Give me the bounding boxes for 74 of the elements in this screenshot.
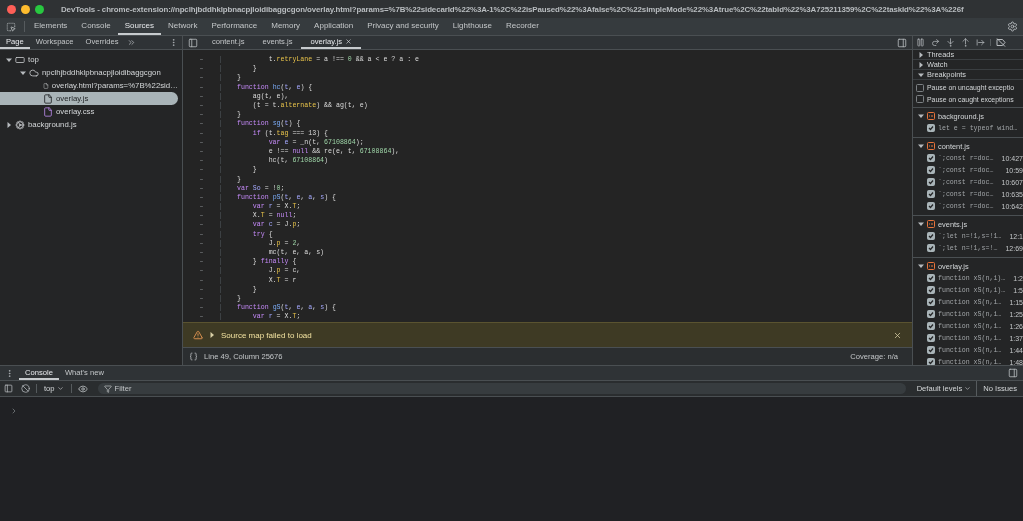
collapse-arrow-icon[interactable] [918, 221, 924, 227]
close-icon[interactable] [893, 330, 902, 340]
checkbox[interactable] [927, 178, 935, 186]
step-out-icon[interactable] [961, 38, 970, 47]
settings-icon[interactable] [1007, 21, 1018, 32]
checkbox[interactable] [916, 83, 924, 92]
checkbox[interactable] [927, 232, 935, 240]
panel-tab[interactable]: Memory [264, 18, 308, 35]
checkbox[interactable] [927, 310, 935, 318]
caret-icon [56, 385, 64, 392]
collapse-arrow-icon[interactable] [918, 71, 924, 78]
panel-tab[interactable]: Elements [27, 18, 75, 35]
warning-icon [193, 330, 203, 340]
sidebar-toggle-icon[interactable] [897, 37, 907, 48]
panel-tab[interactable]: Performance [204, 18, 265, 35]
caret-icon [964, 385, 972, 392]
collapse-arrow-icon[interactable] [918, 143, 924, 149]
inspect-icon[interactable] [6, 21, 16, 32]
panel-tab[interactable]: Application [307, 18, 361, 35]
filter-icon [103, 384, 112, 393]
collapse-arrow-icon[interactable] [918, 113, 924, 119]
pretty-print-icon[interactable] [189, 352, 198, 361]
collapse-arrow-icon[interactable] [918, 263, 924, 269]
checkbox[interactable] [927, 202, 935, 210]
file-icon [43, 93, 53, 104]
checkbox[interactable] [916, 95, 924, 104]
file-icon [927, 220, 935, 228]
checkbox[interactable] [927, 286, 935, 294]
more-tabs-icon[interactable] [126, 38, 136, 47]
panel-tab[interactable]: Network [161, 18, 205, 35]
menu-icon[interactable] [169, 38, 178, 47]
dock-icon[interactable] [1008, 368, 1018, 378]
step-over-icon[interactable] [931, 38, 940, 47]
checkbox[interactable] [927, 154, 935, 162]
step-into-icon[interactable] [946, 38, 955, 47]
sidebar-toggle-icon[interactable] [4, 384, 13, 393]
panel-tab[interactable]: Console [74, 18, 118, 35]
checkbox[interactable] [927, 298, 935, 306]
checkbox[interactable] [927, 166, 935, 174]
file-icon [927, 142, 935, 150]
checkbox[interactable] [927, 346, 935, 354]
expand-arrow-icon[interactable] [6, 121, 12, 128]
checkbox[interactable] [927, 244, 935, 252]
close-button[interactable] [7, 4, 16, 14]
file-icon [43, 80, 49, 91]
checkbox[interactable] [927, 334, 935, 342]
gears-icon [15, 119, 25, 130]
checkbox[interactable] [927, 322, 935, 330]
zoom-button[interactable] [35, 4, 44, 14]
expand-arrow-icon[interactable] [209, 332, 215, 338]
prompt-icon [10, 407, 18, 415]
minimize-button[interactable] [21, 4, 30, 14]
panel-tab[interactable]: Privacy and security [360, 18, 446, 35]
warning-message: Source map failed to load [221, 330, 312, 340]
file-icon [43, 106, 53, 117]
menu-icon[interactable] [5, 368, 14, 378]
sidebar-toggle-icon[interactable] [188, 37, 198, 48]
panel-tab[interactable]: Recorder [499, 18, 546, 35]
clear-icon[interactable] [21, 384, 30, 393]
file-icon [927, 112, 935, 120]
checkbox[interactable] [927, 124, 935, 132]
close-icon[interactable] [345, 38, 352, 45]
checkbox[interactable] [927, 190, 935, 198]
pause-icon[interactable] [916, 38, 925, 47]
collapse-arrow-icon[interactable] [6, 56, 12, 63]
deactivate-breakpoints-icon[interactable] [996, 38, 1006, 47]
step-icon[interactable] [976, 38, 985, 47]
collapse-arrow-icon[interactable] [20, 69, 26, 76]
frame-icon [15, 54, 25, 65]
file-icon [927, 262, 935, 270]
panel-tab[interactable]: Lighthouse [445, 18, 499, 35]
checkbox[interactable] [927, 274, 935, 282]
eye-icon[interactable] [77, 383, 88, 394]
cloud-icon [29, 67, 39, 78]
